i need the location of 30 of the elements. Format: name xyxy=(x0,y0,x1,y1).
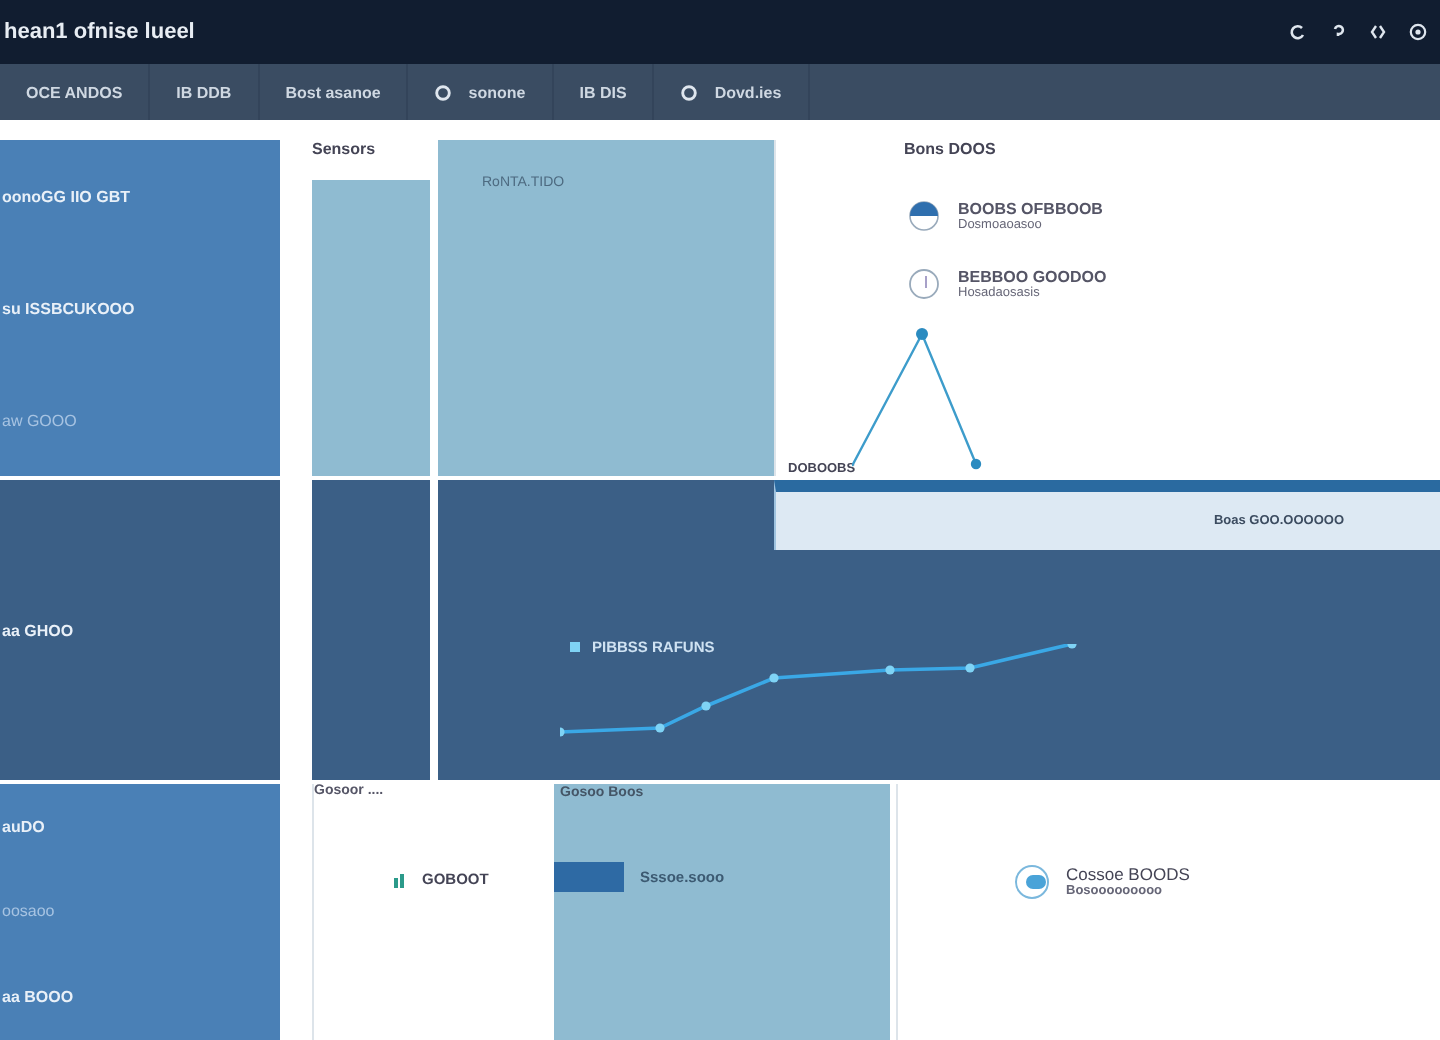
circle-icon xyxy=(680,83,699,101)
tile-text: aa GHOO xyxy=(2,621,76,639)
ring-icon xyxy=(908,268,940,300)
toolbar-tab[interactable]: Dovd.ies xyxy=(654,64,810,120)
settings-icon[interactable] xyxy=(1408,22,1428,42)
help-icon[interactable] xyxy=(1328,22,1348,42)
circle-icon xyxy=(434,83,453,101)
tile-text: aa BOOO xyxy=(2,988,76,1007)
tile-text: su ISSBCUKOOO xyxy=(2,299,137,317)
toolbar-tab[interactable]: IB DDB xyxy=(150,64,260,120)
legend-swatch xyxy=(570,642,580,652)
refresh-icon[interactable] xyxy=(1288,22,1308,42)
tile-text: oonoGG IIO GBT xyxy=(2,187,132,205)
window-title: hean1 ofnise lueel xyxy=(4,20,195,44)
toolbar-tab[interactable]: Bost asanoe xyxy=(259,64,409,120)
half-circle-icon xyxy=(908,200,940,232)
tile-text: aw GOOO xyxy=(2,411,79,429)
bar xyxy=(554,862,624,892)
code-icon[interactable] xyxy=(1368,22,1388,42)
legend-label: BOOBS OFBBOOB xyxy=(958,200,1103,218)
toolbar-tab[interactable]: IB DIS xyxy=(553,64,655,120)
toggle-icon xyxy=(1014,864,1050,900)
section-heading: Sensors xyxy=(312,140,378,162)
tile-text: auDO xyxy=(2,817,47,836)
status-label: Cossoe BOODS xyxy=(1066,864,1190,884)
tile-text: oosaoo xyxy=(2,902,57,921)
toolbar-tab[interactable]: sonone xyxy=(408,64,554,120)
toolbar-tab[interactable]: OCE ANDOS xyxy=(0,64,151,120)
chart-title: Bons DOOS xyxy=(904,140,998,162)
legend-label: BEBBOO GOODOO xyxy=(958,268,1107,286)
